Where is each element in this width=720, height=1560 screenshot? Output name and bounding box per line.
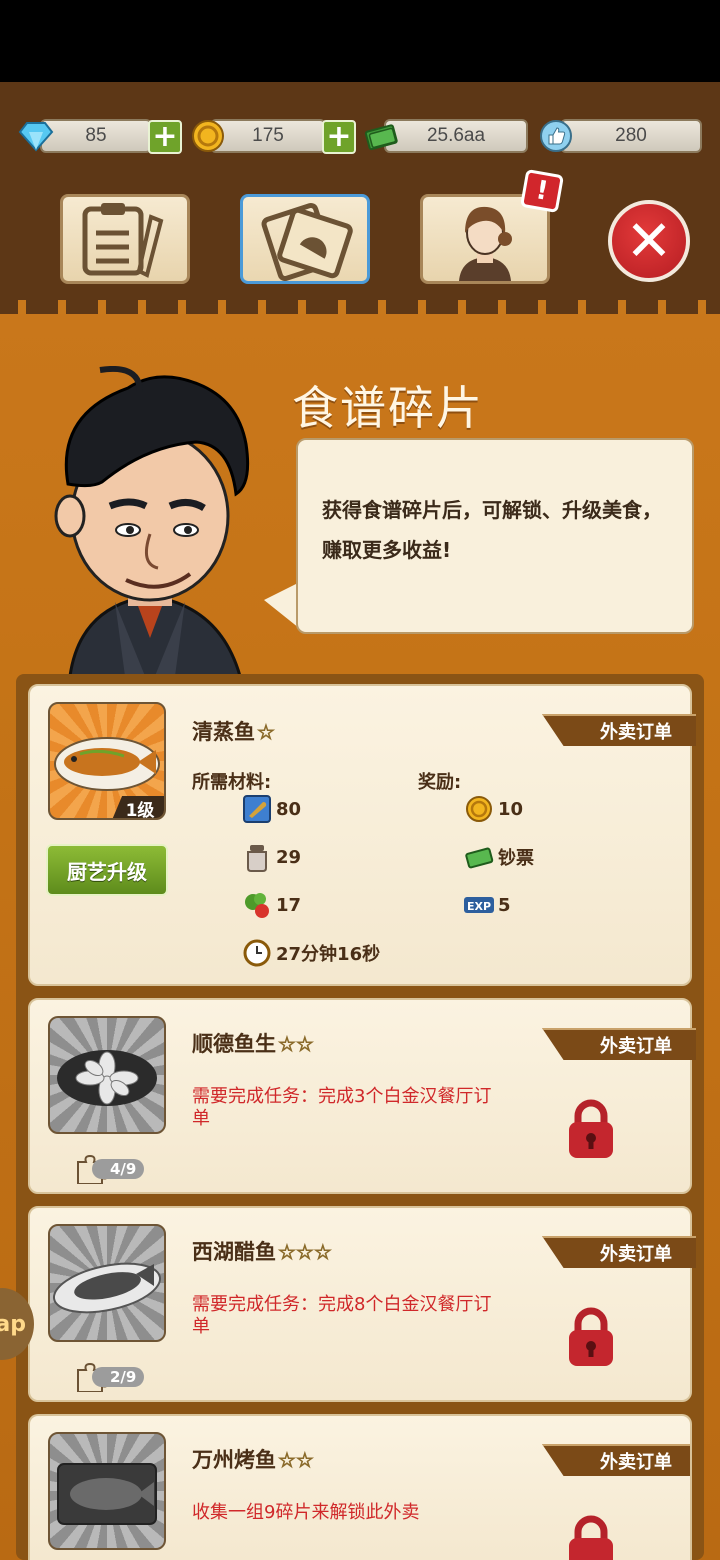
reward-coins-amount: 10 [498,798,524,820]
thumbs-up-icon [540,120,572,152]
fragment-progress: 4/9 [74,1154,145,1184]
vegetables-icon [245,893,269,918]
material-vegetables: 17 [242,890,301,920]
reward-exp: EXP 5 [464,890,511,920]
cash-icon [364,124,398,151]
dish-name-text: 顺德鱼生 [192,1032,276,1056]
exp-icon: EXP [464,897,494,913]
material-salt: 29 [242,842,301,872]
recipe-card-icon [261,202,353,282]
dish-name: 顺德鱼生 ☆☆ [192,1028,314,1058]
fragment-count: 2/9 [92,1367,145,1387]
clipboard-icon [82,203,164,278]
delivery-order-ribbon: 外卖订单 [542,714,696,746]
cook-time-text: 27分钟16秒 [276,944,381,965]
close-icon: ✕ [625,208,673,274]
cash-count: 25.6aa [426,125,486,146]
raw-fish-platter-icon [57,1050,157,1106]
page-title: 食谱碎片 [292,381,484,435]
star-rating: ☆☆ [278,1032,315,1057]
dish-name-text: 万州烤鱼 [192,1448,276,1472]
dish-thumbnail[interactable] [48,1432,166,1550]
cash-icon [465,847,494,869]
dish-thumbnail[interactable] [48,1016,166,1134]
coin-count: 175 [252,125,284,146]
speech-bubble-text: 获得食谱碎片后，可解锁、升级美食，赚取更多收益! [322,498,662,562]
unlock-requirement: 需要完成任务：完成3个白金汉餐厅订单 [192,1086,492,1129]
lock-icon [569,1099,613,1158]
unlock-requirement: 需要完成任务：完成8个白金汉餐厅订单 [192,1294,492,1337]
alert-badge: ! [519,168,565,214]
dish-name-text: 清蒸鱼 [192,720,255,744]
dish-name: 西湖醋鱼 ☆☆☆ [192,1236,332,1266]
waitress-portrait-icon [459,206,512,281]
dish-thumbnail[interactable] [48,1224,166,1342]
star-rating: ☆☆ [278,1448,315,1473]
recipe-card[interactable]: 万州烤鱼 ☆☆ 外卖订单 收集一组9碎片来解锁此外卖 [28,1414,692,1560]
rewards-label: 奖励: [418,772,462,793]
diamond-count: 85 [85,125,107,146]
salt-jar-icon [247,845,267,872]
unlock-requirement: 收集一组9碎片来解锁此外卖 [192,1502,420,1523]
dish-name: 万州烤鱼 ☆☆ [192,1444,314,1474]
fragment-count: 4/9 [92,1159,145,1179]
dish-name-text: 西湖醋鱼 [192,1240,276,1264]
recipe-card[interactable]: 2/9 西湖醋鱼 ☆☆☆ 外卖订单 需要完成任务：完成8个白金汉餐厅订单 [28,1206,696,1402]
tab-tasks[interactable] [60,194,190,284]
recipe-card[interactable]: 1级 厨艺升级 清蒸鱼 ☆ 外卖订单 所需材料: 奖励: 80 29 17 27… [28,684,696,986]
chef-character-illustration [54,366,250,676]
material-salt-amount: 29 [276,846,302,868]
status-bar [0,0,720,82]
star-rating: ☆☆☆ [278,1240,333,1265]
coin-icon [466,796,492,822]
add-coins-button[interactable]: + [322,120,356,154]
material-fish-amount: 80 [276,798,302,820]
add-diamonds-button[interactable]: + [148,120,182,154]
dish-name: 清蒸鱼 ☆ [192,716,275,746]
diamond-icon [18,122,54,152]
upgrade-cooking-button[interactable]: 厨艺升级 [46,844,168,896]
dish-thumbnail[interactable]: 1级 [48,702,166,820]
delivery-order-ribbon: 外卖订单 [542,1028,696,1060]
fragment-progress: 2/9 [74,1362,145,1392]
cash-counter: 25.6aa [384,119,528,153]
diamond-counter: 85 [40,119,152,153]
materials-label: 所需材料: [192,772,272,793]
material-vegetables-amount: 17 [276,894,302,916]
lock-icon [569,1515,613,1560]
close-button[interactable]: ✕ [608,200,690,282]
likes-count: 280 [615,125,647,146]
lock-icon [569,1307,613,1366]
likes-counter: 280 [560,119,702,153]
cook-time: 27分钟16秒 [242,938,380,968]
tab-recipes[interactable] [240,194,370,284]
grilled-fish-icon [57,1463,157,1525]
material-fish: 80 [242,794,301,824]
delivery-order-ribbon: 外卖订单 [542,1236,696,1268]
floating-side-button-label: ap [0,1311,26,1337]
delivery-order-ribbon: 外卖订单 [542,1444,690,1476]
vinegar-fish-icon [52,1262,162,1314]
reward-exp-amount: 5 [498,894,511,916]
reward-coins: 10 [464,794,523,824]
coin-counter: 175 [210,119,326,153]
reward-cash-label: 钞票 [498,848,534,869]
clock-icon [243,939,271,967]
recipe-card[interactable]: 4/9 顺德鱼生 ☆☆ 外卖订单 需要完成任务：完成3个白金汉餐厅订单 [28,998,696,1194]
svg-text:EXP: EXP [467,900,491,913]
reward-cash: 钞票 [464,842,534,872]
coin-icon [192,120,224,152]
fish-ingredient-icon [243,795,271,823]
star-rating: ☆ [257,720,276,745]
